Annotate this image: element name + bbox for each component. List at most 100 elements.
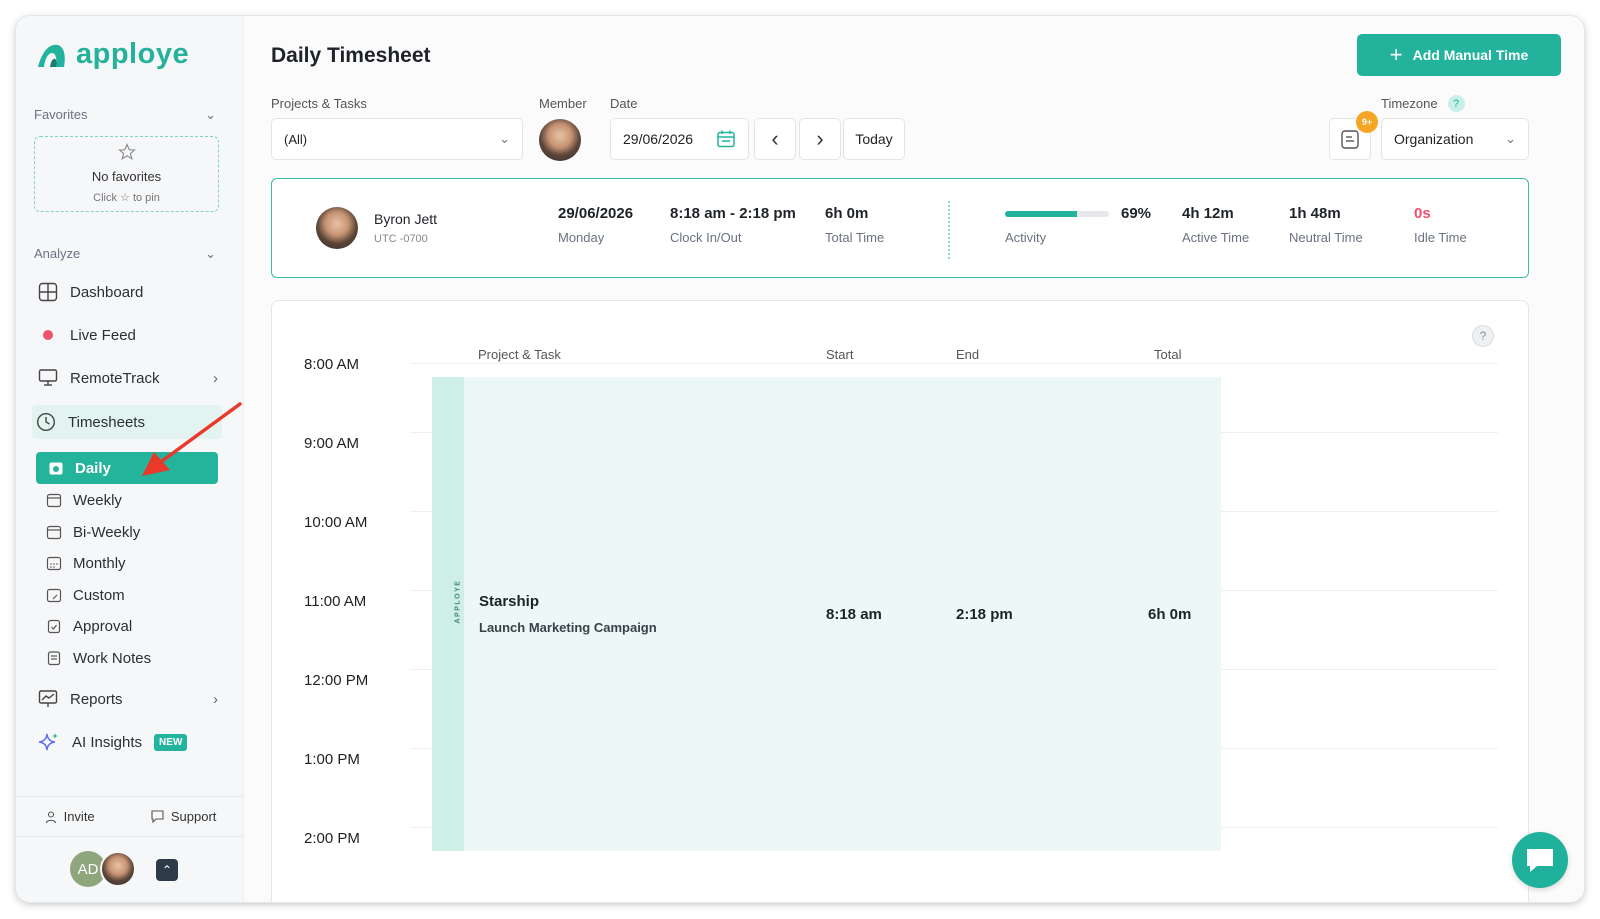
projects-label: Projects & Tasks — [271, 96, 367, 111]
activity-bar — [1005, 210, 1109, 217]
document-list-icon — [1341, 130, 1359, 149]
expand-up-button[interactable]: ⌃ — [156, 859, 178, 881]
invite-button[interactable]: Invite — [44, 809, 95, 824]
hour-label: 12:00 PM — [304, 672, 369, 689]
plus-icon: + — [1389, 42, 1403, 67]
summary-weekday: Monday — [558, 230, 605, 245]
favorites-header[interactable]: Favorites ⌄ — [34, 107, 216, 123]
entry-total: 6h 0m — [1148, 606, 1192, 623]
next-date-button[interactable]: › — [799, 118, 841, 160]
clock-in-out-label: Clock In/Out — [670, 230, 742, 245]
help-icon[interactable]: ? — [1472, 325, 1494, 347]
divider — [948, 201, 950, 259]
member-timezone: UTC -0700 — [374, 233, 428, 245]
sidebar-item-reports[interactable]: Reports › — [34, 682, 222, 716]
notes-icon — [47, 651, 61, 666]
monitor-icon — [38, 369, 58, 386]
source-label: APPLOYE — [454, 579, 462, 624]
sidebar-item-ai-insights[interactable]: AI Insights NEW — [34, 725, 222, 759]
member-name: Byron Jett — [374, 211, 438, 227]
col-header-project: Project & Task — [478, 347, 561, 362]
calendar-edit-icon — [46, 588, 62, 603]
entry-start: 8:18 am — [826, 606, 882, 623]
sidebar-subitem-approval[interactable]: Approval — [46, 612, 216, 640]
timezone-label: Timezone ? — [1381, 95, 1465, 112]
member-avatar[interactable] — [539, 119, 581, 161]
sidebar-subitem-work-notes[interactable]: Work Notes — [46, 644, 216, 672]
entry-project: Starship — [479, 593, 540, 610]
member-summary-card: Byron Jett UTC -0700 29/06/2026 Monday 8… — [271, 178, 1529, 278]
chevron-down-icon: ⌄ — [499, 131, 510, 146]
apploye-logo-icon — [38, 44, 65, 67]
user-area: AD ⌃ — [16, 836, 244, 902]
chat-widget-button[interactable] — [1512, 832, 1568, 888]
neutral-time-value: 1h 48m — [1289, 205, 1341, 222]
calendar-clock-icon — [49, 462, 63, 475]
date-picker[interactable]: 29/06/2026 — [610, 118, 749, 160]
chevron-up-icon: ⌃ — [161, 863, 173, 877]
idle-time-value: 0s — [1414, 205, 1431, 222]
calendar-grid-icon — [46, 556, 62, 571]
sidebar-subitem-monthly[interactable]: Monthly — [46, 549, 216, 577]
user-plus-icon — [45, 810, 56, 823]
logo[interactable]: apploye — [36, 38, 189, 71]
summary-date: 29/06/2026 — [558, 205, 634, 222]
new-badge: NEW — [154, 733, 188, 751]
user-photo-avatar[interactable] — [100, 851, 136, 887]
clipboard-check-icon — [47, 619, 61, 634]
add-manual-time-button[interactable]: + Add Manual Time — [1357, 34, 1561, 76]
logo-text: apploye — [76, 38, 190, 70]
calendar-icon — [46, 493, 62, 508]
live-dot-icon — [43, 330, 53, 340]
clock-in-out-value: 8:18 am - 2:18 pm — [670, 205, 796, 222]
sidebar-subitem-bi-weekly[interactable]: Bi-Weekly — [46, 518, 216, 546]
chat-icon — [1527, 849, 1553, 872]
chart-icon — [38, 690, 58, 707]
timeline-panel: ? Project & Task Start End Total 8:00 AM… — [271, 300, 1529, 902]
support-button[interactable]: Support — [150, 809, 216, 824]
favorites-empty-text: No favorites — [91, 169, 162, 184]
col-header-total: Total — [1154, 347, 1182, 362]
sidebar-subitem-weekly[interactable]: Weekly — [46, 486, 216, 514]
date-label: Date — [610, 96, 638, 111]
chevron-right-icon: › — [213, 690, 218, 708]
help-icon[interactable]: ? — [1447, 95, 1465, 112]
activity-label: Activity — [1005, 230, 1047, 245]
calendar-icon — [717, 130, 735, 148]
entry-end: 2:18 pm — [956, 606, 1013, 623]
notification-badge: 9+ — [1356, 111, 1378, 133]
timezone-select[interactable]: Organization ⌄ — [1381, 118, 1529, 160]
main-content: Daily Timesheet + Add Manual Time Projec… — [244, 16, 1584, 902]
star-icon — [118, 143, 136, 160]
sidebar-item-dashboard[interactable]: Dashboard — [34, 275, 222, 309]
time-entry-block[interactable]: APPLOYE Starship Launch Marketing Campai… — [432, 377, 1221, 851]
sidebar-item-remotetrack[interactable]: RemoteTrack › — [34, 361, 222, 395]
favorites-hint: Click ☆ to pin — [93, 192, 160, 204]
chevron-right-icon: › — [816, 126, 824, 151]
app-window: apploye Favorites ⌄ No favorites Click ☆… — [16, 16, 1584, 902]
chevron-down-icon: ⌄ — [1505, 131, 1516, 146]
notifications-button[interactable]: 9+ — [1329, 111, 1378, 160]
neutral-time-label: Neutral Time — [1289, 230, 1363, 245]
activity-bar-fill — [1005, 210, 1077, 217]
activity-percent: 69% — [1121, 205, 1152, 222]
sidebar-item-live-feed[interactable]: Live Feed — [34, 318, 222, 352]
gridline — [410, 363, 1498, 364]
hour-label: 8:00 AM — [304, 356, 360, 373]
sidebar-footer: Invite Support — [16, 796, 244, 836]
projects-select[interactable]: (All) ⌄ — [271, 118, 523, 160]
chevron-right-icon: › — [213, 369, 218, 387]
analyze-header[interactable]: Analyze ⌄ — [34, 246, 216, 262]
sparkle-icon — [38, 733, 58, 751]
chat-bubble-icon — [151, 810, 164, 824]
calendar-icon — [46, 525, 62, 540]
clock-icon — [36, 412, 56, 432]
previous-date-button[interactable]: ‹ — [754, 118, 796, 160]
today-button[interactable]: Today — [843, 118, 905, 160]
favorites-box: No favorites Click ☆ to pin — [34, 136, 219, 212]
chevron-down-icon: ⌄ — [205, 246, 216, 261]
total-time-label: Total Time — [825, 230, 885, 245]
hour-label: 10:00 AM — [304, 514, 368, 531]
dashboard-icon — [38, 282, 58, 302]
sidebar-subitem-custom[interactable]: Custom — [46, 581, 216, 609]
